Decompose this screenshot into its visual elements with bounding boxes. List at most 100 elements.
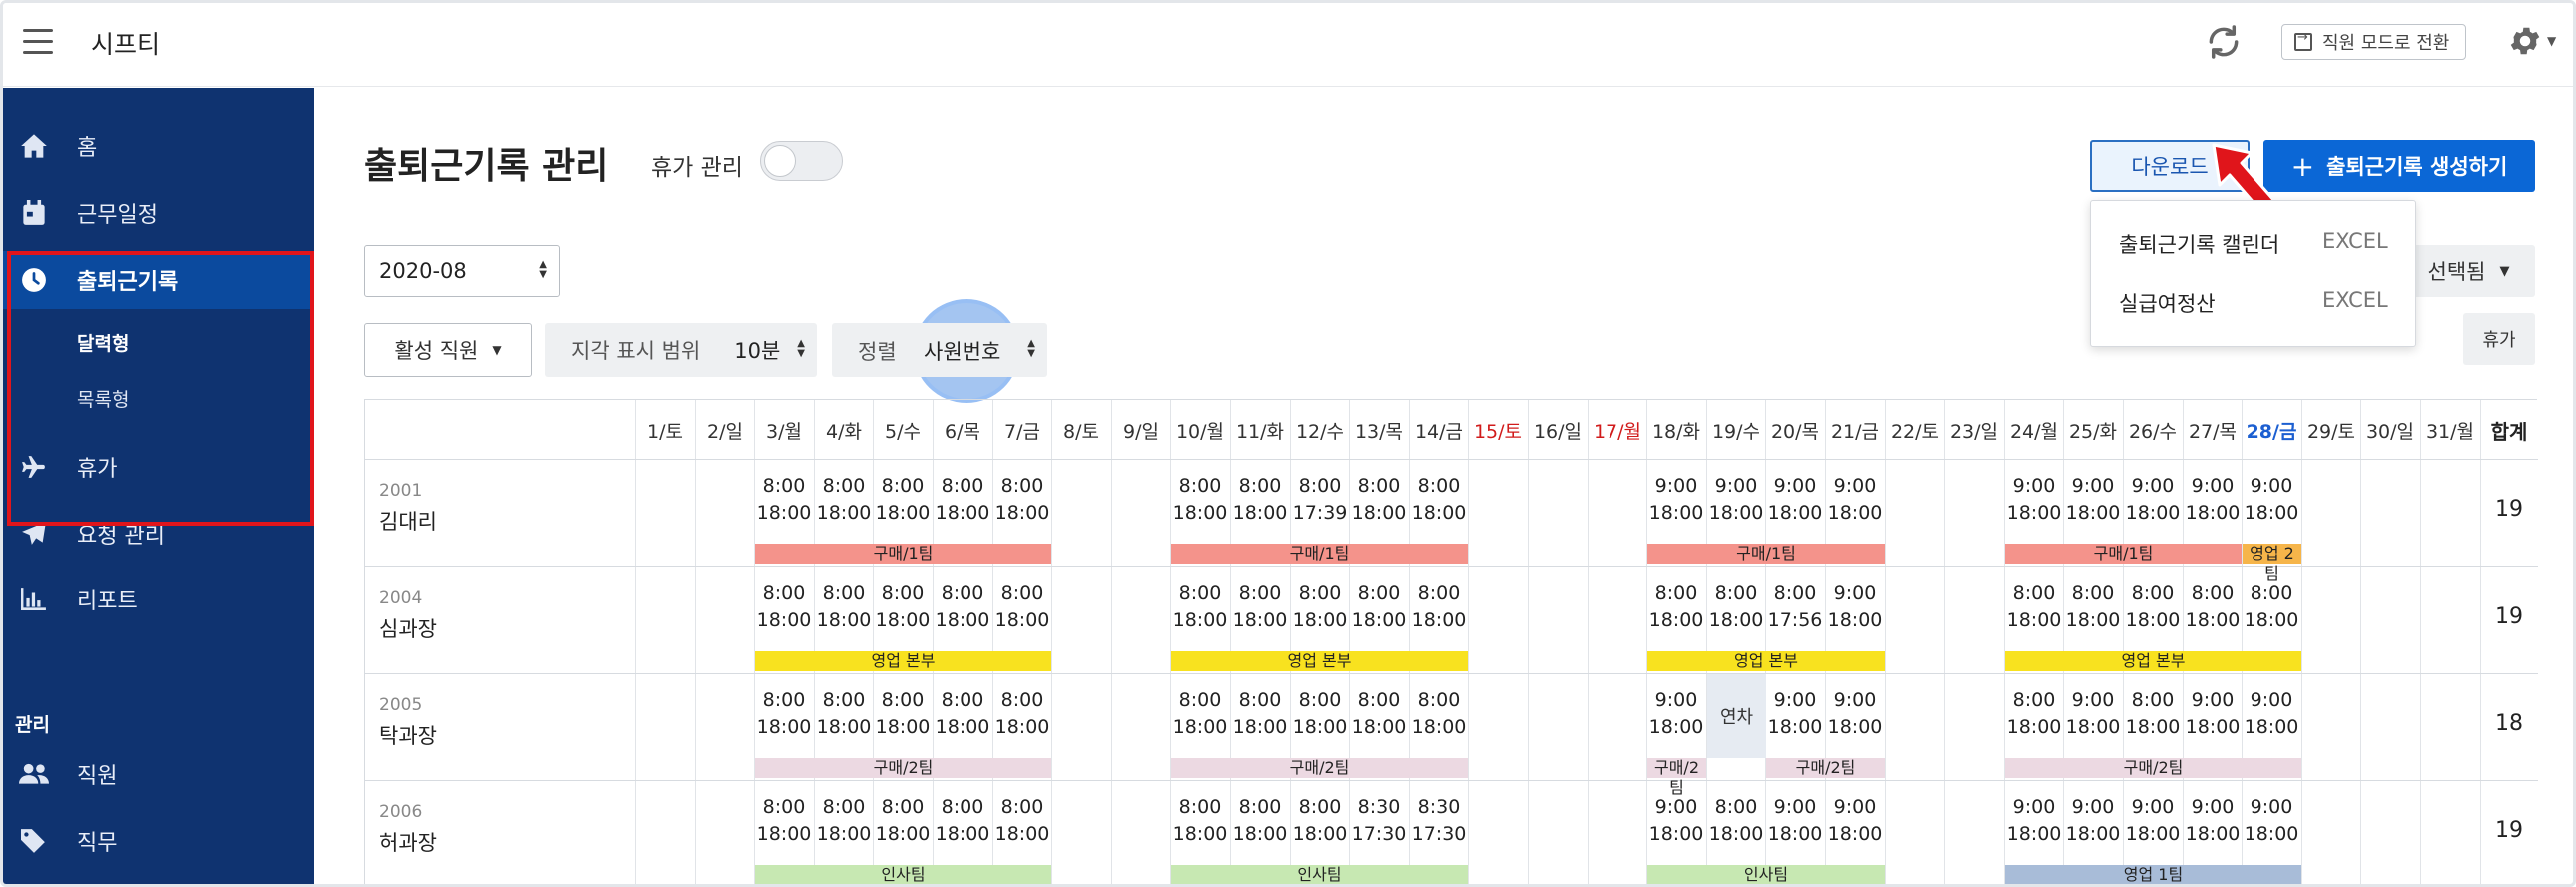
- shift-time[interactable]: 9:00 18:00: [1706, 473, 1766, 527]
- refresh-icon[interactable]: [2205, 23, 2243, 61]
- shift-time[interactable]: 8:00 18:00: [873, 580, 933, 634]
- shift-time[interactable]: 8:00 18:00: [873, 473, 933, 527]
- shift-time[interactable]: 8:00 18:00: [1706, 794, 1766, 848]
- sidebar-item-vacation[interactable]: 휴가: [3, 438, 314, 497]
- shift-time[interactable]: 9:00 18:00: [1825, 794, 1885, 848]
- shift-time[interactable]: 8:00 18:00: [1170, 580, 1230, 634]
- dropdown-item-calendar[interactable]: 출퇴근기록 캘린더: [2119, 229, 2279, 259]
- shift-time[interactable]: 8:00 18:00: [1646, 580, 1706, 634]
- shift-time[interactable]: 8:00 18:00: [1349, 473, 1409, 527]
- shift-time[interactable]: 8:00 18:00: [754, 687, 814, 741]
- vacation-button[interactable]: 휴가: [2463, 313, 2535, 365]
- sidebar-subitem-calendar[interactable]: 달력형: [77, 329, 129, 356]
- shift-time[interactable]: 8:00 18:00: [2242, 580, 2301, 634]
- shift-time[interactable]: 8:00 18:00: [1230, 580, 1290, 634]
- shift-time[interactable]: 9:00 18:00: [2004, 794, 2064, 848]
- shift-time[interactable]: 9:00 18:00: [2242, 473, 2301, 527]
- sidebar-item-reports[interactable]: 리포트: [3, 569, 314, 629]
- settings-menu[interactable]: ▼: [2507, 23, 2556, 59]
- shift-time[interactable]: 8:00 18:00: [1409, 473, 1469, 527]
- employee-mode-button[interactable]: 직원 모드로 전환: [2281, 24, 2467, 60]
- shift-time[interactable]: 9:00 18:00: [2063, 473, 2123, 527]
- shift-time[interactable]: 8:00 17:56: [1765, 580, 1825, 634]
- month-select[interactable]: 2020-08 ▲ ▼: [364, 245, 560, 297]
- create-record-button[interactable]: + 출퇴근기록 생성하기: [2263, 140, 2535, 192]
- shift-time[interactable]: 8:00 18:00: [1409, 580, 1469, 634]
- shift-time[interactable]: 8:00 18:00: [754, 473, 814, 527]
- shift-time[interactable]: 8:00 18:00: [1349, 580, 1409, 634]
- shift-time[interactable]: 9:00 18:00: [1825, 580, 1885, 634]
- shift-time[interactable]: 8:00 18:00: [992, 473, 1052, 527]
- shift-time[interactable]: 8:00 18:00: [1170, 794, 1230, 848]
- shift-time[interactable]: 8:00 18:00: [1170, 687, 1230, 741]
- shift-time[interactable]: 9:00 18:00: [2183, 473, 2243, 527]
- shift-time[interactable]: 9:00 18:00: [1646, 473, 1706, 527]
- sidebar-item-requests[interactable]: 요청 관리: [3, 504, 314, 564]
- shift-time[interactable]: 8:00 18:00: [1290, 580, 1350, 634]
- shift-time[interactable]: 9:00 18:00: [2183, 794, 2243, 848]
- shift-time[interactable]: 8:00 18:00: [1409, 687, 1469, 741]
- shift-time[interactable]: 8:00 18:00: [933, 687, 992, 741]
- sidebar-item-schedule[interactable]: 근무일정: [3, 183, 314, 243]
- sidebar-item-attendance[interactable]: 출퇴근기록: [3, 251, 314, 309]
- shift-time[interactable]: 8:00 18:00: [2183, 580, 2243, 634]
- shift-time[interactable]: 8:00 18:00: [1230, 473, 1290, 527]
- shift-time[interactable]: 9:00 18:00: [2242, 794, 2301, 848]
- shift-time[interactable]: 8:00 18:00: [992, 687, 1052, 741]
- shift-time[interactable]: 8:00 18:00: [1230, 687, 1290, 741]
- dropdown-item-payroll[interactable]: 실급여정산: [2119, 288, 2216, 318]
- sidebar-item-home[interactable]: 홈: [3, 116, 314, 176]
- shift-time[interactable]: 9:00 18:00: [1825, 687, 1885, 741]
- sort-select[interactable]: 정렬 사원번호 ▲ ▼: [832, 323, 1047, 377]
- shift-time[interactable]: 8:00 18:00: [992, 580, 1052, 634]
- shift-time[interactable]: 9:00 18:00: [2123, 473, 2183, 527]
- shift-time[interactable]: 8:00 18:00: [1230, 794, 1290, 848]
- shift-time[interactable]: 8:00 18:00: [754, 794, 814, 848]
- shift-time[interactable]: 8:00 18:00: [2063, 580, 2123, 634]
- shift-time[interactable]: 8:00 18:00: [1706, 580, 1766, 634]
- shift-time[interactable]: 8:00 18:00: [1290, 794, 1350, 848]
- shift-time[interactable]: 8:00 18:00: [814, 687, 874, 741]
- shift-time[interactable]: 8:00 18:00: [814, 580, 874, 634]
- shift-time[interactable]: 9:00 18:00: [2004, 473, 2064, 527]
- employee-name[interactable]: 탁과장: [379, 720, 437, 750]
- sidebar-item-jobs[interactable]: 직무: [3, 811, 314, 871]
- shift-time[interactable]: 8:00 18:00: [873, 794, 933, 848]
- shift-time[interactable]: 9:00 18:00: [2242, 687, 2301, 741]
- shift-time[interactable]: 9:00 18:00: [1765, 794, 1825, 848]
- employee-name[interactable]: 허과장: [379, 827, 437, 857]
- shift-time[interactable]: 8:00 18:00: [992, 794, 1052, 848]
- shift-time[interactable]: 8:00 18:00: [1170, 473, 1230, 527]
- selected-dropdown[interactable]: 선택됨 ▼: [2402, 245, 2535, 297]
- shift-time[interactable]: 9:00 18:00: [2063, 794, 2123, 848]
- shift-time[interactable]: 8:00 18:00: [933, 473, 992, 527]
- sidebar-item-employees[interactable]: 직원: [3, 744, 314, 804]
- shift-time[interactable]: 9:00 18:00: [1646, 687, 1706, 741]
- shift-time[interactable]: 8:00 18:00: [2004, 687, 2064, 741]
- vacation-toggle[interactable]: [760, 141, 843, 181]
- sidebar-subitem-list[interactable]: 목록형: [77, 385, 129, 412]
- shift-time[interactable]: 9:00 18:00: [2183, 687, 2243, 741]
- shift-time[interactable]: 8:00 18:00: [2123, 687, 2183, 741]
- shift-time[interactable]: 8:00 18:00: [814, 794, 874, 848]
- shift-time[interactable]: 8:00 18:00: [1290, 687, 1350, 741]
- leave-cell[interactable]: 연차: [1707, 674, 1766, 758]
- shift-time[interactable]: 8:00 18:00: [2123, 580, 2183, 634]
- shift-time[interactable]: 8:00 18:00: [2004, 580, 2064, 634]
- shift-time[interactable]: 8:00 17:39: [1290, 473, 1350, 527]
- shift-time[interactable]: 8:00 18:00: [873, 687, 933, 741]
- shift-time[interactable]: 9:00 18:00: [1646, 794, 1706, 848]
- shift-time[interactable]: 9:00 18:00: [1765, 687, 1825, 741]
- shift-time[interactable]: 9:00 18:00: [1765, 473, 1825, 527]
- shift-time[interactable]: 8:00 18:00: [933, 580, 992, 634]
- shift-time[interactable]: 9:00 18:00: [1825, 473, 1885, 527]
- shift-time[interactable]: 9:00 18:00: [2063, 687, 2123, 741]
- shift-time[interactable]: 8:00 18:00: [1349, 687, 1409, 741]
- employee-name[interactable]: 김대리: [379, 506, 437, 536]
- menu-icon[interactable]: [23, 29, 53, 57]
- shift-time[interactable]: 9:00 18:00: [2123, 794, 2183, 848]
- shift-time[interactable]: 8:00 18:00: [754, 580, 814, 634]
- shift-time[interactable]: 8:00 18:00: [933, 794, 992, 848]
- late-range-select[interactable]: 지각 표시 범위 10분 ▲ ▼: [545, 323, 817, 377]
- shift-time[interactable]: 8:30 17:30: [1409, 794, 1469, 848]
